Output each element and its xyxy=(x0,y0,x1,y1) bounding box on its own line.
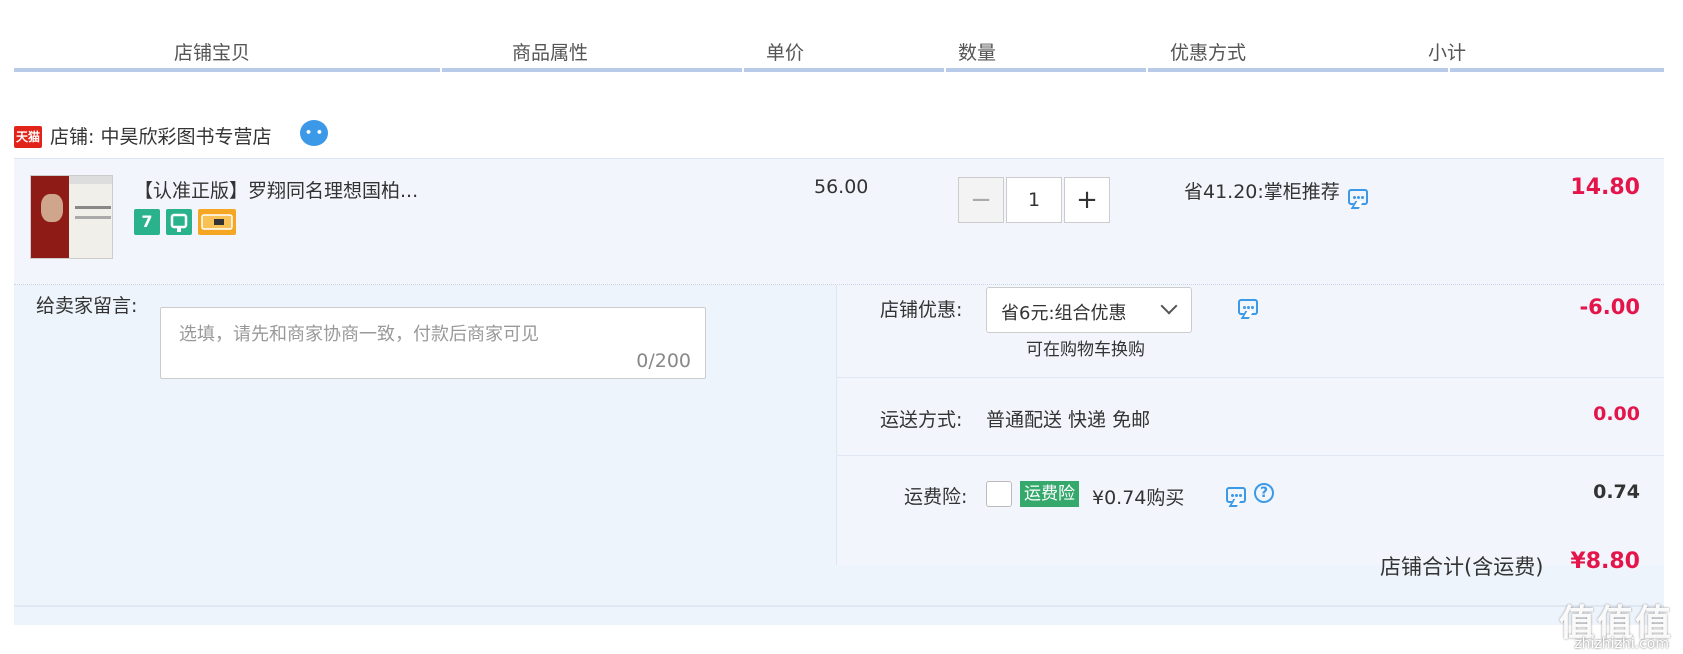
insurance-amount: 0.74 xyxy=(1593,481,1640,503)
seven-day-return-icon: 7 xyxy=(134,209,160,235)
order-options-section: 给卖家留言: 选填，请先和商家协商一致，付款后商家可见 0/200 店铺优惠: … xyxy=(14,285,1664,625)
divider xyxy=(836,455,1664,456)
header-col-attributes: 商品属性 xyxy=(511,42,588,64)
item-subtotal: 14.80 xyxy=(1570,175,1640,200)
panel-divider xyxy=(836,285,837,565)
discount-comment-icon[interactable] xyxy=(1238,299,1258,315)
site-watermark-url: zhizhizhi.com xyxy=(1574,636,1669,652)
shop-discount-amount: -6.00 xyxy=(1579,295,1640,319)
shop-total-label: 店铺合计(含运费) xyxy=(1380,555,1544,579)
insurance-badge: 运费险 xyxy=(1020,481,1079,507)
shop-name[interactable]: 店铺: 中昊欣彩图书专营店 xyxy=(50,122,271,149)
help-question-icon[interactable]: ? xyxy=(1254,483,1274,503)
tmall-logo-icon: 天猫 xyxy=(14,126,42,148)
shop-discount-selected: 省6元:组合优惠 xyxy=(1001,303,1127,324)
header-gap xyxy=(944,68,946,72)
divider xyxy=(836,377,1664,378)
shop-discount-label: 店铺优惠: xyxy=(880,299,963,321)
header-col-subtotal: 小计 xyxy=(1427,42,1466,64)
product-thumbnail[interactable] xyxy=(30,175,113,259)
header-col-promotion: 优惠方式 xyxy=(1169,42,1246,64)
header-gap xyxy=(742,68,744,72)
quantity-input[interactable]: 1 xyxy=(1006,177,1062,223)
header-gap xyxy=(440,68,442,72)
table-header: 店铺宝贝 商品属性 单价 数量 优惠方式 小计 xyxy=(14,0,1664,70)
seller-message-placeholder: 选填，请先和商家协商一致，付款后商家可见 xyxy=(179,324,539,345)
chevron-down-icon xyxy=(1160,297,1178,315)
header-gap xyxy=(1448,68,1450,72)
credit-card-icon xyxy=(198,209,236,235)
shop-total-amount: ¥8.80 xyxy=(1570,549,1640,574)
message-char-count: 0/200 xyxy=(636,350,691,372)
shop-discount-select[interactable]: 省6元:组合优惠 xyxy=(986,287,1192,333)
promotion-comment-icon[interactable] xyxy=(1348,189,1368,205)
header-gap xyxy=(1146,68,1148,72)
quantity-increase-button[interactable]: + xyxy=(1064,177,1110,223)
product-title-link[interactable]: 【认准正版】罗翔同名理想国柏... xyxy=(134,176,418,203)
shipping-amount: 0.00 xyxy=(1593,403,1640,425)
header-underline xyxy=(14,68,1664,72)
shop-discount-note: 可在购物车换购 xyxy=(1026,340,1145,360)
cart-item-row: 【认准正版】罗翔同名理想国柏... 7 56.00 − 1 + 省41.20:掌… xyxy=(14,159,1664,285)
insurance-checkbox[interactable] xyxy=(986,481,1012,507)
header-col-quantity: 数量 xyxy=(957,42,996,64)
wangwang-chat-icon[interactable]: • • xyxy=(300,120,328,146)
seller-message-input[interactable]: 选填，请先和商家协商一致，付款后商家可见 0/200 xyxy=(160,307,706,379)
seller-message-label: 给卖家留言: xyxy=(36,295,138,317)
insurance-label: 运费险: xyxy=(904,486,968,508)
header-col-item: 店铺宝贝 xyxy=(173,42,250,64)
unit-price: 56.00 xyxy=(814,176,869,198)
insurance-comment-icon[interactable] xyxy=(1226,487,1246,503)
shipping-method: 普通配送 快递 免邮 xyxy=(986,409,1151,431)
quantity-decrease-button[interactable]: − xyxy=(958,177,1004,223)
guarantee-icon xyxy=(166,209,192,235)
item-promotion-text: 省41.20:掌柜推荐 xyxy=(1184,181,1340,203)
shipping-label: 运送方式: xyxy=(880,409,963,431)
header-col-unit-price: 单价 xyxy=(765,42,804,64)
insurance-price: ¥0.74购买 xyxy=(1092,487,1185,509)
divider xyxy=(14,605,1664,607)
